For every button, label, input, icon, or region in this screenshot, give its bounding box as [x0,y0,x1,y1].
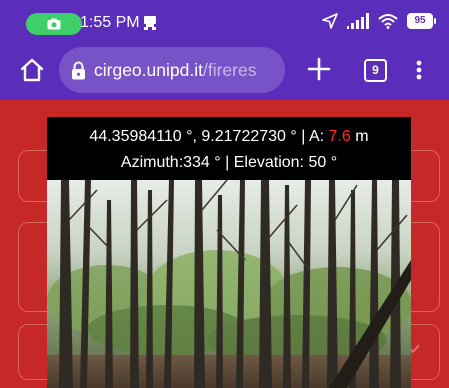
camera-indicator[interactable] [26,13,82,35]
longitude: 9.21722730 ° [201,128,297,145]
latitude: 44.35984110 °, [89,128,197,145]
signal-icon [347,13,369,29]
plus-icon[interactable] [306,56,332,82]
notification-icon [144,16,156,30]
accuracy-label: A: [308,128,325,145]
url-host: cirgeo.unipd.it [94,59,203,80]
camera-icon [47,18,61,30]
status-bar: 1:55 PM 95 [0,0,449,42]
status-time: 1:55 PM [80,14,140,31]
geotag-photo-overlay: 44.35984110 °, 9.21722730 ° | A: 7.6 m A… [47,117,411,388]
battery-icon: 95 [407,13,436,29]
web-page: 44.35984110 °, 9.21722730 ° | A: 7.6 m A… [0,100,449,388]
lock-icon[interactable] [71,61,86,80]
separator: | [301,128,306,145]
wifi-icon [378,14,398,29]
more-vert-icon[interactable] [409,56,429,84]
navigation-icon [322,13,338,29]
url-path: /fireres [202,59,257,80]
url-text[interactable]: cirgeo.unipd.it/fireres [94,60,256,81]
browser-toolbar: cirgeo.unipd.it/fireres 9 [0,42,449,100]
accuracy-unit: m [355,128,369,145]
orientation-line: Azimuth:334 ° | Elevation: 50 ° [47,154,411,172]
elevation: Elevation: 50 ° [233,154,338,171]
forest-photo [47,180,411,388]
tabs-icon[interactable]: 9 [364,59,387,82]
address-bar[interactable]: cirgeo.unipd.it/fireres [59,47,285,93]
azimuth: Azimuth:334 ° [120,154,221,171]
accuracy-value: 7.6 [328,128,351,145]
separator: | [225,154,230,171]
coordinates-line: 44.35984110 °, 9.21722730 ° | A: 7.6 m [47,128,411,146]
home-icon[interactable] [18,56,46,84]
